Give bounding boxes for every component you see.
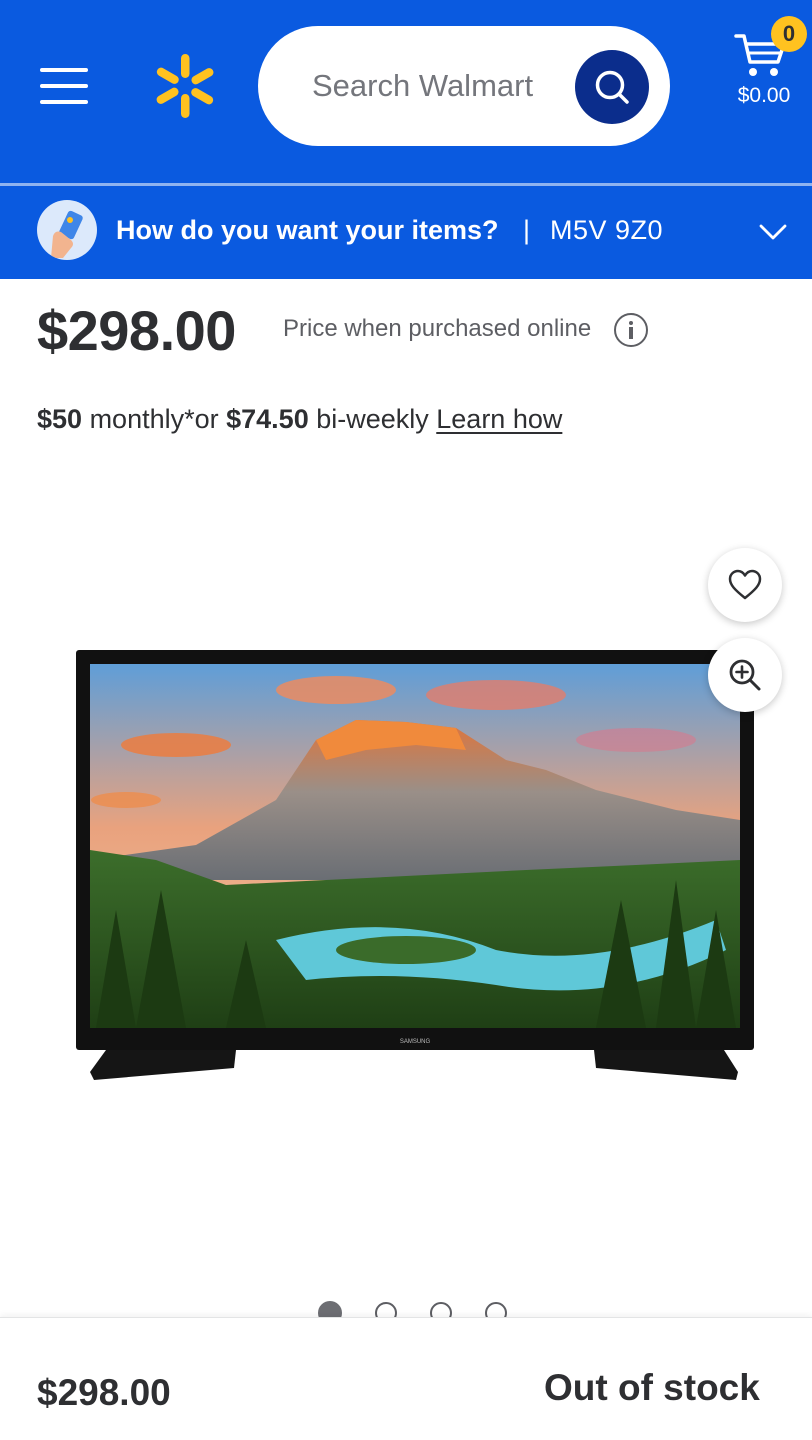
learn-how-link[interactable]: Learn how [436, 404, 562, 434]
walmart-spark-logo[interactable] [153, 52, 217, 120]
monthly-text: monthly*or [82, 404, 227, 434]
price-note: Price when purchased online [283, 315, 592, 342]
cart-total: $0.00 [737, 84, 791, 107]
search-button[interactable] [575, 50, 649, 124]
menu-icon-bar [40, 100, 88, 104]
search-bar[interactable] [258, 26, 670, 146]
product-image[interactable]: SAMSUNG [76, 650, 754, 1082]
info-icon[interactable] [614, 313, 648, 347]
zoom-in-icon [729, 659, 761, 691]
delivery-hand-icon [37, 200, 97, 260]
sticky-purchase-bar: $298.00 Out of stock [0, 1317, 812, 1440]
search-icon [595, 70, 629, 104]
delivery-options-bar[interactable]: How do you want your items? | M5V 9Z0 [0, 186, 812, 279]
zoom-button[interactable] [708, 638, 782, 712]
heart-icon [728, 569, 762, 600]
cart-count-badge: 0 [771, 16, 807, 52]
financing-line: $50 monthly*or $74.50 bi-weekly Learn ho… [37, 404, 562, 435]
biweekly-text: bi-weekly [308, 404, 437, 434]
chevron-down-icon[interactable] [758, 222, 788, 242]
monthly-amount: $50 [37, 404, 83, 434]
favorite-button[interactable] [708, 548, 782, 622]
cart-button[interactable]: 0 $0.00 [722, 16, 808, 116]
top-header: 0 $0.00 [0, 0, 812, 183]
biweekly-amount: $74.50 [226, 404, 309, 434]
menu-icon-bar [40, 84, 88, 88]
delivery-prompt: How do you want your items? [116, 215, 499, 245]
product-price: $298.00 [37, 299, 236, 362]
menu-icon-bar [40, 68, 88, 72]
search-input[interactable] [312, 62, 572, 110]
delivery-separator: | [523, 215, 531, 245]
menu-button[interactable] [40, 66, 90, 106]
stock-status: Out of stock [544, 1367, 760, 1408]
postal-code: M5V 9Z0 [550, 215, 664, 245]
tv-brand-label: SAMSUNG [400, 1039, 431, 1045]
bottom-price: $298.00 [37, 1372, 171, 1413]
